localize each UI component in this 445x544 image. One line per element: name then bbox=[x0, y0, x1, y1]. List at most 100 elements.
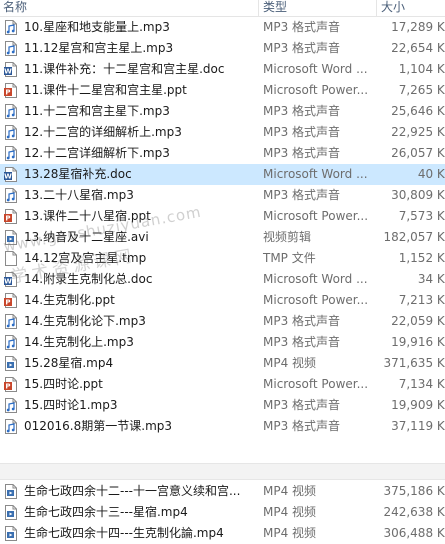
file-row[interactable]: 13.纳音及十二星座.avi 视频剪辑 182,057 KB bbox=[0, 227, 445, 248]
file-name: 11.12星宫和宫主星上.mp3 bbox=[24, 41, 174, 55]
file-type: MP3 格式声音 bbox=[263, 125, 341, 139]
file-row[interactable]: 生命七政四余十四---生克制化論.mp4 MP4 视频 306,488 KB bbox=[0, 523, 445, 544]
file-size: 26,057 KB bbox=[391, 146, 445, 160]
generic-file-icon bbox=[4, 251, 18, 266]
file-size: 1,104 KB bbox=[398, 62, 445, 76]
file-row[interactable]: 12.十二宫详细解析下.mp3 MP3 格式声音 26,057 KB bbox=[0, 143, 445, 164]
file-type: 视频剪辑 bbox=[263, 230, 312, 244]
column-separator[interactable] bbox=[258, 0, 259, 16]
file-row[interactable]: 10.星座和地支能量上.mp3 MP3 格式声音 17,289 KB bbox=[0, 17, 445, 38]
file-type: MP3 格式声音 bbox=[263, 104, 341, 118]
file-row[interactable]: P 15.四时论.ppt Microsoft Power... 7,134 KB bbox=[0, 374, 445, 395]
audio-file-icon bbox=[4, 398, 18, 413]
svg-text:P: P bbox=[5, 299, 10, 307]
file-type: MP4 视频 bbox=[263, 526, 317, 540]
file-row[interactable]: 14.生克制化论下.mp3 MP3 格式声音 22,059 KB bbox=[0, 311, 445, 332]
file-row[interactable]: W 11.课件补充：十二星宫和宫主星.doc Microsoft Word ... 1… bbox=[0, 59, 445, 80]
file-row[interactable]: 11.12星宫和宫主星上.mp3 MP3 格式声音 22,654 KB bbox=[0, 38, 445, 59]
file-row[interactable]: P 11.课件十二星宫和宫主星.ppt Microsoft Power... 7,26… bbox=[0, 80, 445, 101]
file-name: 11.十二宫和宫主星下.mp3 bbox=[24, 104, 170, 118]
audio-file-icon bbox=[4, 314, 18, 329]
file-name: 11.课件十二星宫和宫主星.ppt bbox=[24, 83, 187, 97]
word-document-icon: W bbox=[4, 167, 18, 182]
file-row[interactable]: 14.生克制化上.mp3 MP3 格式声音 19,916 KB bbox=[0, 332, 445, 353]
file-size: 7,134 KB bbox=[398, 377, 445, 391]
audio-file-icon bbox=[4, 419, 18, 434]
file-size: 242,638 KB bbox=[383, 505, 445, 519]
column-header-size[interactable]: 大小 bbox=[381, 0, 405, 16]
file-row[interactable]: W 14.附录生克制化总.doc Microsoft Word ... 34 KB bbox=[0, 269, 445, 290]
file-name: 13.课件二十八星宿.ppt bbox=[24, 209, 151, 223]
file-name: 生命七政四余十二---十一宫意义续和宫... bbox=[24, 484, 241, 498]
file-type: Microsoft Power... bbox=[263, 377, 369, 391]
powerpoint-file-icon: P bbox=[4, 293, 18, 308]
powerpoint-file-icon: P bbox=[4, 377, 18, 392]
file-name: 15.28星宿.mp4 bbox=[24, 356, 114, 370]
file-name: 12.十二宫详细解析下.mp3 bbox=[24, 146, 170, 160]
file-type: Microsoft Power... bbox=[263, 293, 369, 307]
file-type: MP3 格式声音 bbox=[263, 314, 341, 328]
svg-text:P: P bbox=[5, 383, 10, 391]
file-name: 12.十二宫的详细解析上.mp3 bbox=[24, 125, 182, 139]
file-size: 19,909 KB bbox=[391, 398, 445, 412]
file-size: 34 KB bbox=[417, 272, 445, 286]
file-size: 25,646 KB bbox=[391, 104, 445, 118]
file-type: Microsoft Word ... bbox=[263, 167, 368, 181]
file-type: TMP 文件 bbox=[263, 251, 316, 265]
file-row[interactable]: 14.12宫及宫主星.tmp TMP 文件 1,152 KB bbox=[0, 248, 445, 269]
file-row[interactable]: 生命七政四余十二---十一宫意义续和宫... MP4 视频 375,186 KB bbox=[0, 481, 445, 502]
file-row[interactable]: 15.四时论1.mp3 MP3 格式声音 19,909 KB bbox=[0, 395, 445, 416]
video-file-icon bbox=[4, 484, 18, 499]
file-type: MP3 格式声音 bbox=[263, 335, 341, 349]
file-type: Microsoft Word ... bbox=[263, 272, 368, 286]
file-row[interactable]: 12.十二宫的详细解析上.mp3 MP3 格式声音 22,925 KB bbox=[0, 122, 445, 143]
file-name: 11.课件补充：十二星宫和宫主星.doc bbox=[24, 62, 225, 76]
file-size: 22,654 KB bbox=[391, 41, 445, 55]
file-type: Microsoft Power... bbox=[263, 83, 369, 97]
powerpoint-file-icon: P bbox=[4, 209, 18, 224]
file-type: MP3 格式声音 bbox=[263, 41, 341, 55]
file-name: 15.四时论.ppt bbox=[24, 377, 103, 391]
audio-file-icon bbox=[4, 146, 18, 161]
group-divider bbox=[0, 463, 445, 480]
file-size: 7,573 KB bbox=[398, 209, 445, 223]
file-name: 14.生克制化论下.mp3 bbox=[24, 314, 146, 328]
file-name: 生命七政四余十三---星宿.mp4 bbox=[24, 505, 188, 519]
file-size: 182,057 KB bbox=[383, 230, 445, 244]
file-name: 14.生克制化上.mp3 bbox=[24, 335, 134, 349]
audio-file-icon bbox=[4, 104, 18, 119]
file-type: MP3 格式声音 bbox=[263, 188, 341, 202]
column-separator[interactable] bbox=[376, 0, 377, 16]
file-row[interactable]: P 14.生克制化.ppt Microsoft Power... 7,213 KB bbox=[0, 290, 445, 311]
file-size: 37,119 KB bbox=[391, 419, 445, 433]
file-row[interactable]: 生命七政四余十三---星宿.mp4 MP4 视频 242,638 KB bbox=[0, 502, 445, 523]
file-size: 371,635 KB bbox=[383, 356, 445, 370]
audio-file-icon bbox=[4, 188, 18, 203]
file-type: Microsoft Power... bbox=[263, 209, 369, 223]
file-name: 15.四时论1.mp3 bbox=[24, 398, 118, 412]
file-name: 13.28星宿补充.doc bbox=[24, 167, 132, 181]
word-document-icon: W bbox=[4, 272, 18, 287]
file-row[interactable]: 11.十二宫和宫主星下.mp3 MP3 格式声音 25,646 KB bbox=[0, 101, 445, 122]
column-header-name[interactable]: 名称 bbox=[3, 0, 27, 16]
file-row[interactable]: 13.二十八星宿.mp3 MP3 格式声音 30,809 KB bbox=[0, 185, 445, 206]
file-size: 22,059 KB bbox=[391, 314, 445, 328]
file-size: 7,265 KB bbox=[398, 83, 445, 97]
file-type: MP4 视频 bbox=[263, 356, 317, 370]
file-row[interactable]: 15.28星宿.mp4 MP4 视频 371,635 KB bbox=[0, 353, 445, 374]
file-name: 012016.8期第一节课.mp3 bbox=[24, 419, 173, 433]
column-header-type[interactable]: 类型 bbox=[263, 0, 287, 16]
file-size: 306,488 KB bbox=[383, 526, 445, 540]
powerpoint-file-icon: P bbox=[4, 83, 18, 98]
file-size: 30,809 KB bbox=[391, 188, 445, 202]
svg-text:W: W bbox=[4, 68, 12, 76]
file-row[interactable]: 012016.8期第一节课.mp3 MP3 格式声音 37,119 KB bbox=[0, 416, 445, 437]
file-type: MP3 格式声音 bbox=[263, 20, 341, 34]
file-row[interactable]: P 13.课件二十八星宿.ppt Microsoft Power... 7,573 K… bbox=[0, 206, 445, 227]
audio-file-icon bbox=[4, 41, 18, 56]
file-size: 22,925 KB bbox=[391, 125, 445, 139]
file-type: MP4 视频 bbox=[263, 505, 317, 519]
video-file-icon bbox=[4, 230, 18, 245]
svg-text:W: W bbox=[4, 278, 12, 286]
file-row[interactable]: W 13.28星宿补充.doc Microsoft Word ... 40 KB bbox=[0, 164, 445, 185]
